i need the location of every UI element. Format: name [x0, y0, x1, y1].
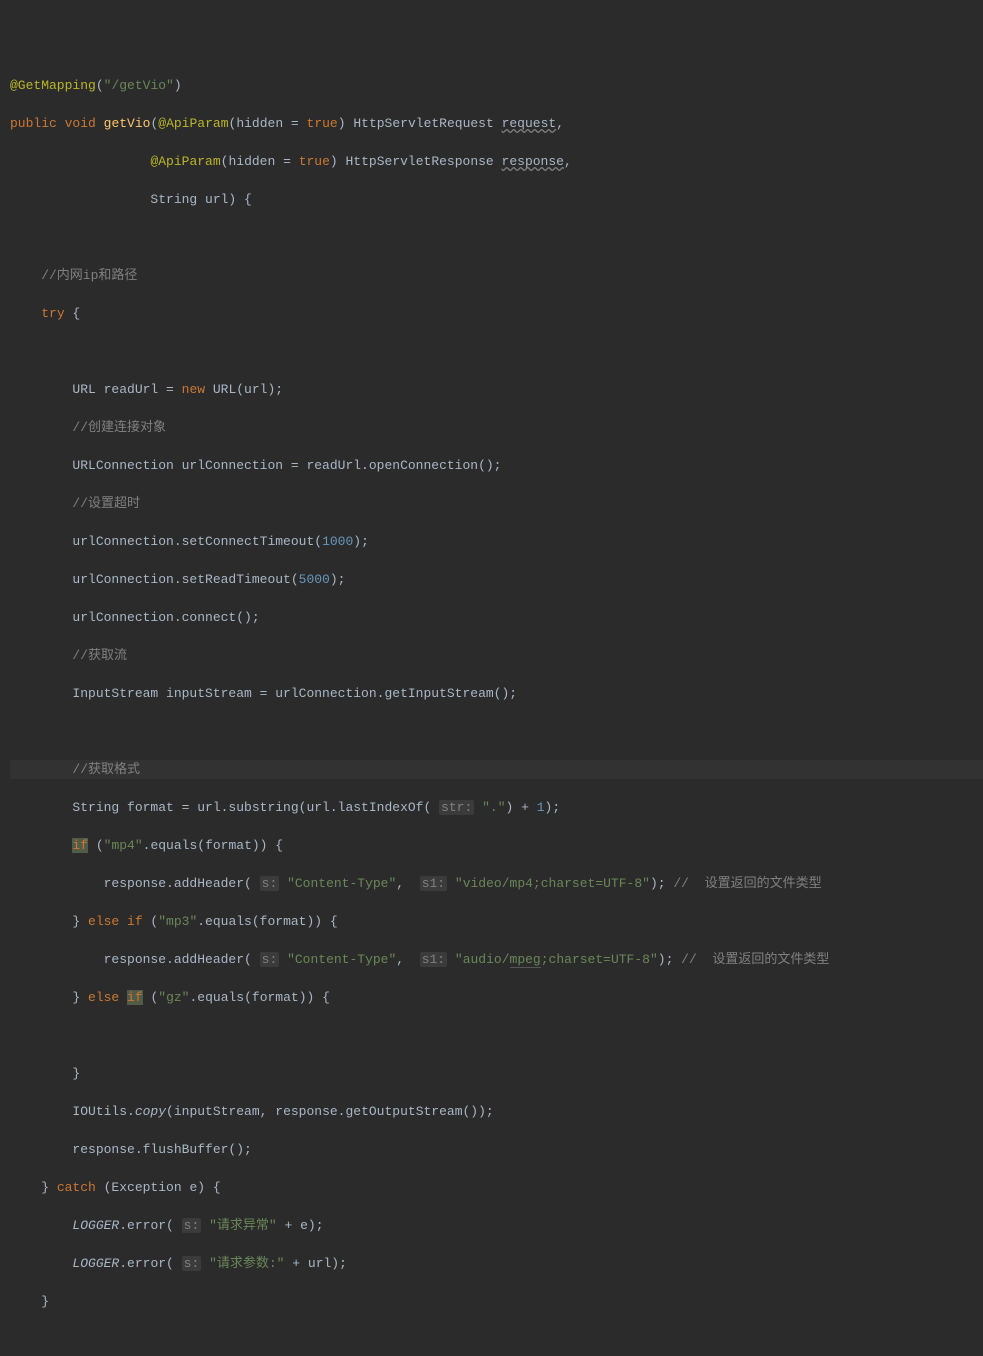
- param-hint: s:: [260, 876, 280, 891]
- logger-field: LOGGER: [72, 1218, 119, 1233]
- code-line: //内网ip和路径: [10, 266, 983, 285]
- annotation: @GetMapping: [10, 78, 96, 93]
- code-line: try {: [10, 304, 983, 323]
- code-line: } else if ("gz".equals(format)) {: [10, 988, 983, 1007]
- code-line: } else if ("mp3".equals(format)) {: [10, 912, 983, 931]
- code-line: URL readUrl = new URL(url);: [10, 380, 983, 399]
- code-line: }: [10, 1292, 983, 1311]
- code-line: LOGGER.error( s: "请求异常" + e);: [10, 1216, 983, 1235]
- code-line: response.flushBuffer();: [10, 1140, 983, 1159]
- code-line: urlConnection.setConnectTimeout(1000);: [10, 532, 983, 551]
- param-hint: s1:: [420, 952, 447, 967]
- if-keyword-highlight: if: [127, 990, 143, 1005]
- comment: //创建连接对象: [10, 420, 166, 435]
- code-line: [10, 722, 983, 741]
- code-line: } catch (Exception e) {: [10, 1178, 983, 1197]
- code-line: @ApiParam(hidden = true) HttpServletResp…: [10, 152, 983, 171]
- string-literal: "/getVio": [104, 78, 174, 93]
- code-line: response.addHeader( s: "Content-Type", s…: [10, 874, 983, 893]
- comment: //内网ip和路径: [10, 268, 137, 283]
- param-hint: s:: [182, 1256, 202, 1271]
- comment: //设置超时: [10, 496, 140, 511]
- code-line: [10, 228, 983, 247]
- code-editor[interactable]: @GetMapping("/getVio") public void getVi…: [0, 57, 983, 1356]
- comment: //获取格式: [10, 762, 140, 777]
- code-line: urlConnection.connect();: [10, 608, 983, 627]
- code-line: public void getVio(@ApiParam(hidden = tr…: [10, 114, 983, 133]
- code-line: IOUtils.copy(inputStream, response.getOu…: [10, 1102, 983, 1121]
- code-line: //获取流: [10, 646, 983, 665]
- code-line: [10, 342, 983, 361]
- code-line: [10, 1330, 983, 1349]
- param-hint: s1:: [420, 876, 447, 891]
- if-keyword-highlight: if: [72, 838, 88, 853]
- param-hint: str:: [439, 800, 474, 815]
- code-line: URLConnection urlConnection = readUrl.op…: [10, 456, 983, 475]
- code-line: urlConnection.setReadTimeout(5000);: [10, 570, 983, 589]
- code-line: response.addHeader( s: "Content-Type", s…: [10, 950, 983, 969]
- code-line: @GetMapping("/getVio"): [10, 76, 983, 95]
- code-line: String format = url.substring(url.lastIn…: [10, 798, 983, 817]
- code-line: [10, 1026, 983, 1045]
- method-name: getVio: [104, 116, 151, 131]
- code-line: LOGGER.error( s: "请求参数:" + url);: [10, 1254, 983, 1273]
- code-line: //设置超时: [10, 494, 983, 513]
- code-line: InputStream inputStream = urlConnection.…: [10, 684, 983, 703]
- comment: //获取流: [10, 648, 127, 663]
- code-line: if ("mp4".equals(format)) {: [10, 836, 983, 855]
- code-line-active: //获取格式: [10, 760, 983, 779]
- logger-field: LOGGER: [72, 1256, 119, 1271]
- code-line: //创建连接对象: [10, 418, 983, 437]
- code-line: }: [10, 1064, 983, 1083]
- param-hint: s:: [260, 952, 280, 967]
- param-hint: s:: [182, 1218, 202, 1233]
- code-line: String url) {: [10, 190, 983, 209]
